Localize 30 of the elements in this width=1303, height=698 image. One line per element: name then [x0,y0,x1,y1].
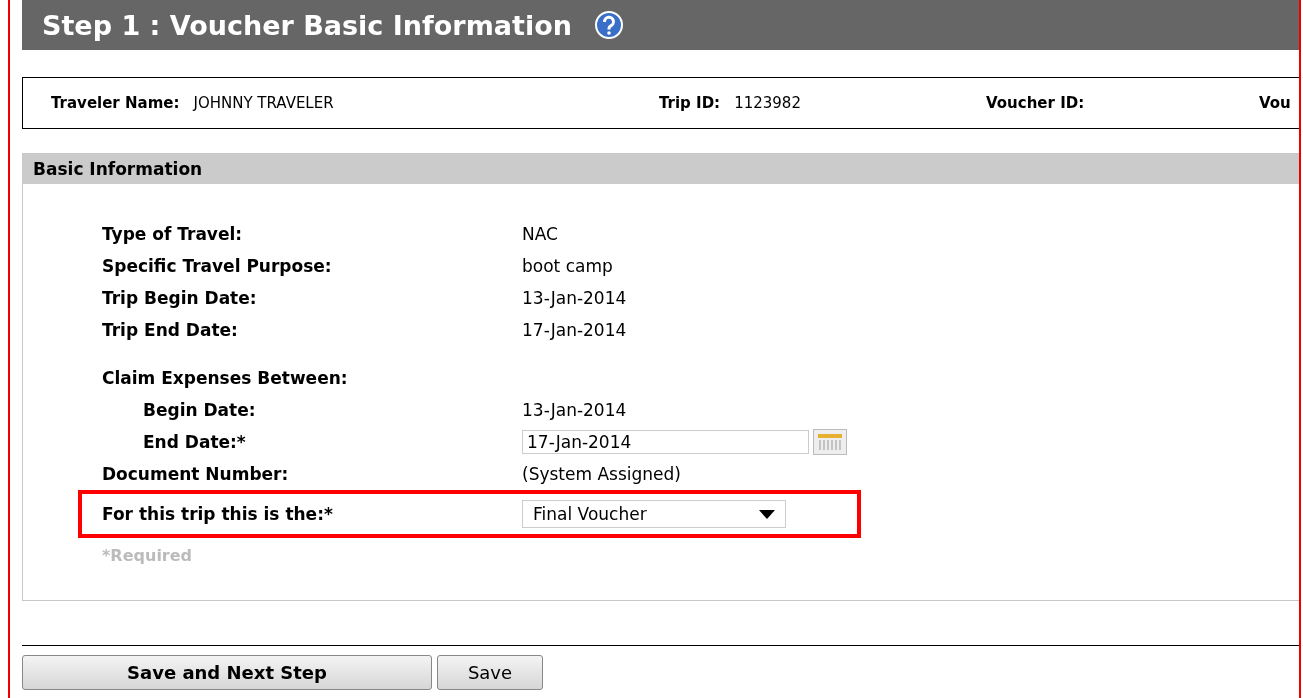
field-value: 13-Jan-2014 [522,400,628,420]
field-value: boot camp [522,256,614,276]
save-button[interactable]: Save [437,655,543,690]
help-icon[interactable] [593,10,624,40]
date-field[interactable]: 17-Jan-2014 [522,430,809,454]
field-value: NAC [522,224,559,244]
required-note: *Required [102,546,194,565]
field-label: End Date:* [143,432,247,452]
field-label: For this trip this is the:* [102,504,334,524]
info-label: Voucher ID: [986,94,1085,112]
caret-icon [759,509,775,519]
field-value: 17-Jan-2014 [522,320,628,340]
info-label: Trip ID: [659,94,721,112]
info-value: 1123982 [734,94,801,112]
field-label: Trip Begin Date: [102,288,258,308]
info-value: JOHNNY TRAVELER [193,94,334,112]
section-header: Basic Information [23,154,1299,184]
info-label: Traveler Name: [51,94,180,112]
field-value: 13-Jan-2014 [522,288,628,308]
field-value: (System Assigned) [522,464,682,484]
field-label: Document Number: [102,464,290,484]
field-label: Begin Date: [143,400,257,420]
field-label: Claim Expenses Between: [102,368,349,388]
page-title: Step 1 : Voucher Basic Information [42,9,572,41]
field-label: Type of Travel: [102,224,244,244]
info-label: Vou [1259,94,1291,112]
field-label: Trip End Date: [102,320,239,340]
save-button[interactable]: Save and Next Step [22,655,432,690]
field-label: Specific Travel Purpose: [102,256,333,276]
voucher-type-dropdown[interactable]: Final Voucher [522,500,786,528]
